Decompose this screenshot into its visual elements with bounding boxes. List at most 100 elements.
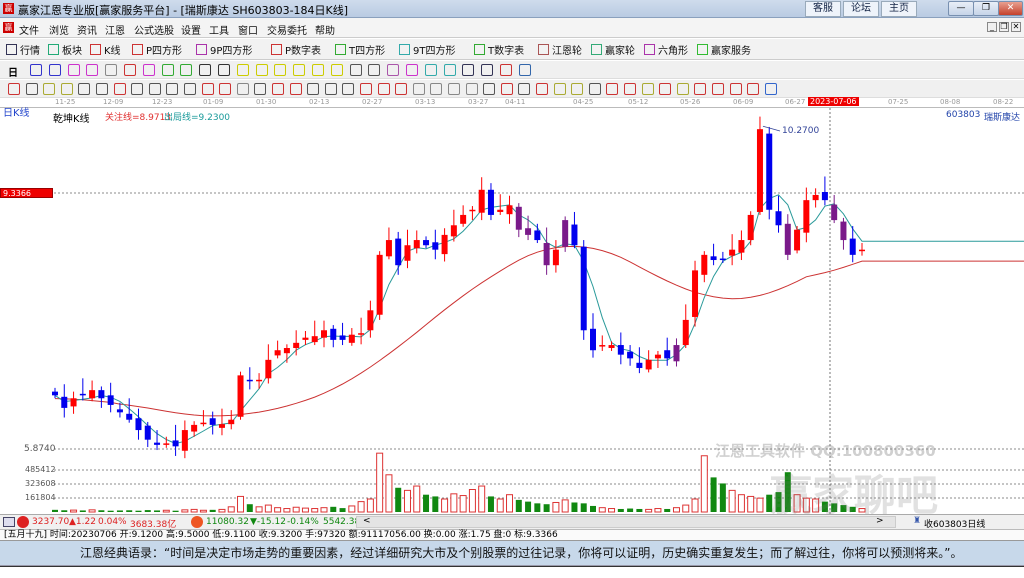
row2-tool-icon-5[interactable] bbox=[96, 83, 108, 95]
menu-window[interactable]: 窗口 bbox=[238, 22, 258, 37]
row1-tool-icon-5[interactable] bbox=[124, 64, 136, 76]
row2-tool-icon-3[interactable] bbox=[60, 83, 73, 95]
toolbar-button-4[interactable]: 9P四方形 bbox=[196, 42, 252, 57]
mdi-close-button[interactable]: ✕ bbox=[1011, 22, 1021, 32]
row2-tool-icon-19[interactable] bbox=[342, 83, 355, 95]
row1-tool-icon-6[interactable] bbox=[142, 64, 155, 76]
toolbar-button-8[interactable]: T数字表 bbox=[474, 42, 524, 57]
toolbar-button-11[interactable]: 六角形 bbox=[644, 42, 688, 57]
row2-tool-icon-33[interactable] bbox=[588, 83, 601, 95]
row2-tool-icon-7[interactable] bbox=[131, 83, 144, 95]
horizontal-scrollbar[interactable] bbox=[356, 516, 896, 528]
row1-tool-icon-14[interactable] bbox=[293, 64, 306, 76]
row1-tool-icon-23[interactable] bbox=[462, 64, 475, 76]
row1-tool-icon-16[interactable] bbox=[330, 64, 343, 76]
row2-tool-icon-24[interactable] bbox=[430, 83, 443, 95]
row1-tool-icon-12[interactable] bbox=[255, 64, 268, 76]
row1-tool-icon-0[interactable] bbox=[30, 64, 42, 76]
row2-tool-icon-12[interactable] bbox=[219, 83, 232, 95]
customer-service-link[interactable]: 客服 bbox=[805, 1, 841, 17]
row2-tool-icon-16[interactable] bbox=[289, 83, 302, 95]
menu-browse[interactable]: 浏览 bbox=[49, 22, 69, 37]
toolbar-button-3[interactable]: P四方形 bbox=[132, 42, 182, 57]
row1-tool-icon-7[interactable] bbox=[161, 64, 174, 76]
menu-file[interactable]: 文件 bbox=[19, 22, 39, 37]
menu-gann[interactable]: 江恩 bbox=[105, 22, 125, 37]
menu-help[interactable]: 帮助 bbox=[315, 22, 335, 37]
row2-tool-icon-27[interactable] bbox=[483, 83, 496, 95]
menu-trade[interactable]: 交易委托 bbox=[267, 22, 307, 37]
menu-tools[interactable]: 工具 bbox=[209, 22, 229, 37]
row1-tool-icon-4[interactable] bbox=[105, 64, 118, 76]
calculator-icon[interactable] bbox=[3, 517, 15, 527]
row2-tool-icon-23[interactable] bbox=[412, 83, 425, 95]
row1-tool-icon-26[interactable] bbox=[518, 64, 531, 76]
toolbar-button-10[interactable]: 赢家轮 bbox=[591, 42, 635, 57]
toolbar-button-6[interactable]: T四方形 bbox=[335, 42, 385, 57]
row2-tool-icon-40[interactable] bbox=[712, 83, 724, 95]
row2-tool-icon-11[interactable] bbox=[201, 83, 214, 95]
toolbar-button-9[interactable]: 江恩轮 bbox=[538, 42, 582, 57]
menu-news[interactable]: 资讯 bbox=[77, 22, 97, 37]
menu-formula[interactable]: 公式选股 bbox=[134, 22, 174, 37]
row2-tool-icon-0[interactable] bbox=[8, 83, 20, 95]
toolbar-button-7[interactable]: 9T四方形 bbox=[399, 42, 455, 57]
mdi-minimize-button[interactable]: _ bbox=[987, 22, 997, 32]
toolbar-button-2[interactable]: K线 bbox=[90, 42, 121, 57]
forum-link[interactable]: 论坛 bbox=[843, 1, 879, 17]
row2-tool-icon-2[interactable] bbox=[43, 83, 56, 95]
row2-tool-icon-18[interactable] bbox=[324, 83, 337, 95]
row1-tool-icon-25[interactable] bbox=[500, 64, 512, 76]
row2-tool-icon-15[interactable] bbox=[272, 83, 284, 95]
row2-tool-icon-10[interactable] bbox=[184, 83, 196, 95]
row2-tool-icon-26[interactable] bbox=[465, 83, 478, 95]
close-button[interactable]: ✕ bbox=[998, 1, 1023, 16]
row1-tool-icon-18[interactable] bbox=[368, 64, 381, 76]
mdi-restore-button[interactable]: ❐ bbox=[999, 22, 1009, 32]
row2-tool-icon-41[interactable] bbox=[729, 83, 742, 95]
row2-tool-icon-6[interactable] bbox=[113, 83, 126, 95]
row2-tool-icon-34[interactable] bbox=[606, 83, 619, 95]
row1-tool-icon-22[interactable] bbox=[443, 64, 456, 76]
toolbar-button-0[interactable]: 行情 bbox=[6, 42, 40, 57]
row2-tool-icon-31[interactable] bbox=[553, 83, 566, 95]
row2-tool-icon-32[interactable] bbox=[571, 83, 584, 95]
row2-tool-icon-9[interactable] bbox=[166, 83, 179, 95]
row2-tool-icon-8[interactable] bbox=[148, 83, 161, 95]
row2-tool-icon-30[interactable] bbox=[536, 83, 548, 95]
row2-tool-icon-1[interactable] bbox=[25, 83, 38, 95]
row2-tool-icon-25[interactable] bbox=[448, 83, 460, 95]
homepage-link[interactable]: 主页 bbox=[881, 1, 917, 17]
row2-tool-icon-17[interactable] bbox=[307, 83, 320, 95]
row1-tool-icon-13[interactable] bbox=[274, 64, 287, 76]
row2-tool-icon-43[interactable] bbox=[764, 83, 777, 95]
restore-button[interactable]: ❐ bbox=[973, 1, 999, 16]
row2-tool-icon-39[interactable] bbox=[694, 83, 707, 95]
kline-chart[interactable] bbox=[0, 108, 1024, 514]
row1-tool-icon-20[interactable] bbox=[406, 64, 418, 76]
row2-tool-icon-29[interactable] bbox=[518, 83, 531, 95]
period-selector[interactable]: 日 bbox=[8, 64, 18, 79]
row2-tool-icon-42[interactable] bbox=[747, 83, 760, 95]
row2-tool-icon-21[interactable] bbox=[377, 83, 390, 95]
row2-tool-icon-35[interactable] bbox=[624, 83, 636, 95]
row1-tool-icon-3[interactable] bbox=[86, 64, 99, 76]
row2-tool-icon-4[interactable] bbox=[78, 83, 91, 95]
row2-tool-icon-13[interactable] bbox=[236, 83, 249, 95]
row2-tool-icon-38[interactable] bbox=[676, 83, 689, 95]
menu-settings[interactable]: 设置 bbox=[181, 22, 201, 37]
row1-tool-icon-11[interactable] bbox=[236, 64, 249, 76]
toolbar-button-5[interactable]: P数字表 bbox=[271, 42, 321, 57]
row2-tool-icon-37[interactable] bbox=[659, 83, 672, 95]
row1-tool-icon-9[interactable] bbox=[199, 64, 212, 76]
row1-tool-icon-2[interactable] bbox=[67, 64, 80, 76]
row2-tool-icon-22[interactable] bbox=[395, 83, 408, 95]
row1-tool-icon-19[interactable] bbox=[387, 64, 400, 76]
scroll-left-button[interactable]: < bbox=[363, 516, 371, 526]
row1-tool-icon-17[interactable] bbox=[349, 64, 362, 76]
row1-tool-icon-24[interactable] bbox=[481, 64, 494, 76]
row2-tool-icon-20[interactable] bbox=[360, 83, 372, 95]
row1-tool-icon-21[interactable] bbox=[424, 64, 437, 76]
row2-tool-icon-14[interactable] bbox=[254, 83, 267, 95]
row1-tool-icon-1[interactable] bbox=[48, 64, 61, 76]
